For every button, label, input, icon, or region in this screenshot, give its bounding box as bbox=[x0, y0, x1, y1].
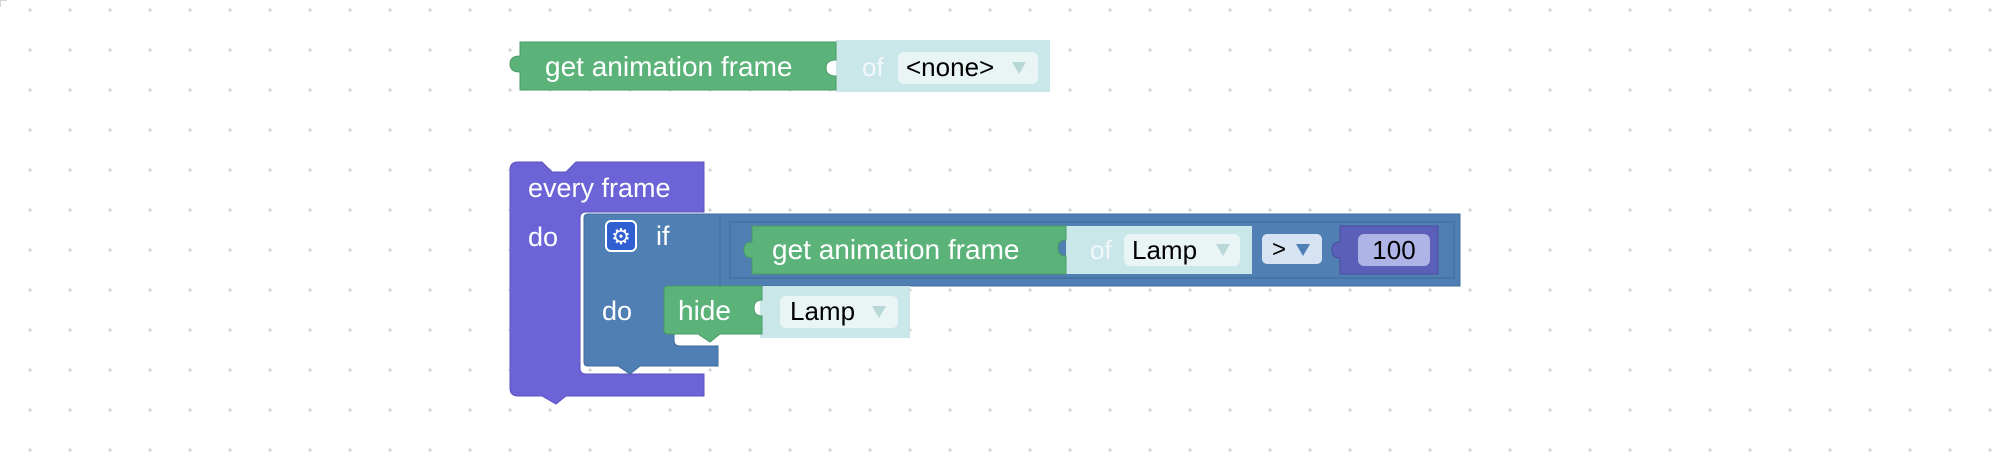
operator-value: > bbox=[1272, 236, 1286, 263]
block-label: get animation frame bbox=[772, 234, 1019, 265]
block-label: get animation frame bbox=[545, 51, 792, 82]
number-value: 100 bbox=[1372, 235, 1415, 265]
number-block[interactable]: 100 bbox=[1331, 225, 1439, 275]
workspace-canvas[interactable]: get animation frame of <none> every fram… bbox=[0, 0, 2000, 459]
hide-block[interactable]: hide Lamp bbox=[663, 285, 910, 343]
object-dropdown-value: <none> bbox=[906, 52, 994, 82]
do-label: do bbox=[528, 222, 558, 252]
operator-field[interactable] bbox=[1262, 234, 1322, 264]
operator-dropdown[interactable]: > bbox=[1262, 234, 1322, 264]
get-animation-frame-block[interactable]: get animation frame of <none> bbox=[509, 40, 1050, 92]
block-label: every frame bbox=[528, 173, 671, 203]
block-label: hide bbox=[678, 295, 731, 326]
of-label: of bbox=[862, 52, 884, 82]
get-animation-frame-block[interactable]: get animation frame of Lamp bbox=[743, 225, 1252, 275]
object-dropdown-value: Lamp bbox=[790, 296, 855, 326]
if-label: if bbox=[656, 221, 670, 251]
of-label: of bbox=[1090, 235, 1112, 265]
do-label: do bbox=[602, 296, 632, 326]
svg-text:⚙: ⚙ bbox=[611, 225, 631, 250]
object-dropdown-value: Lamp bbox=[1132, 235, 1197, 265]
